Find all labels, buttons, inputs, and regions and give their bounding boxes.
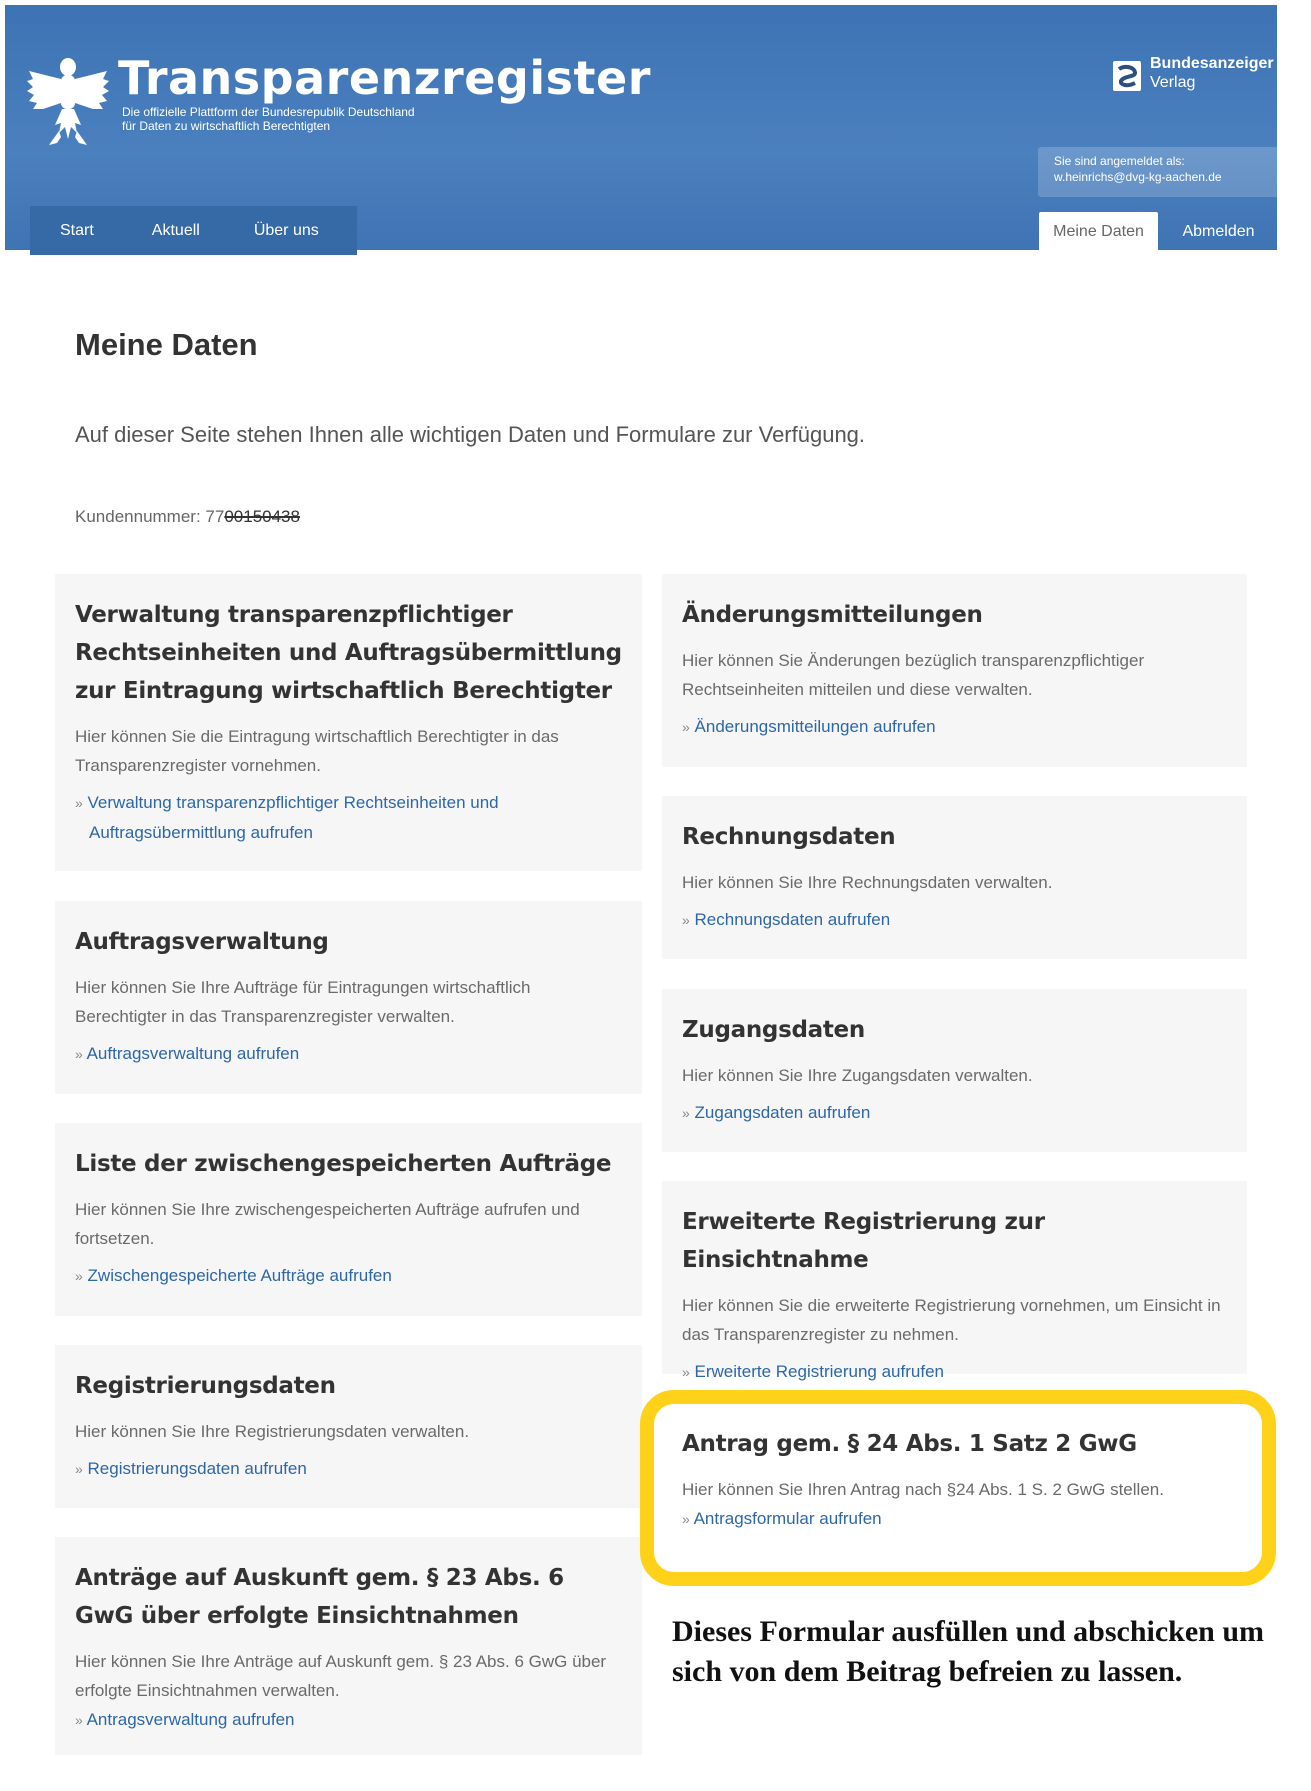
link-arrow-icon: » — [75, 1268, 83, 1284]
card-title: Anträge auf Auskunft gem. § 23 Abs. 6 Gw… — [75, 1565, 564, 1629]
customer-number-struck: 00150438 — [224, 507, 300, 526]
customer-number-label: Kundennummer: 77 — [75, 507, 225, 526]
card-rechtseinheiten: Verwaltung transparenzpflichtiger Rechts… — [55, 574, 642, 871]
card-link[interactable]: » Änderungsmitteilungen aufrufen — [682, 712, 1227, 742]
card-title: Registrierungsdaten — [75, 1373, 336, 1399]
main-nav: Start Aktuell Über uns — [30, 206, 357, 255]
card-text: Hier können Sie Ihre Rechnungsdaten verw… — [682, 873, 1053, 892]
card-text: Hier können Sie Änderungen bezüglich tra… — [682, 651, 1145, 699]
card-link[interactable]: » Antragsverwaltung aufrufen — [75, 1705, 622, 1735]
card-title: Auftragsverwaltung — [75, 929, 329, 955]
annotation-note: Dieses Formular ausfüllen und abschicken… — [672, 1615, 1265, 1688]
card-title: Erweiterte Registrierung zur Einsichtnah… — [682, 1209, 1045, 1273]
my-data-button[interactable]: Meine Daten — [1039, 212, 1158, 252]
card-text: Hier können Sie Ihre Registrierungsdaten… — [75, 1422, 470, 1441]
card-auskunft-antraege: Anträge auf Auskunft gem. § 23 Abs. 6 Gw… — [55, 1537, 642, 1755]
card-title: Verwaltung transparenzpflichtiger Rechts… — [75, 602, 622, 704]
logout-button[interactable]: Abmelden — [1158, 212, 1279, 252]
link-arrow-icon: » — [682, 1364, 690, 1380]
highlight-marker — [640, 1390, 1276, 1586]
bundesanzeiger-logo-icon — [1113, 61, 1141, 91]
card-zugangsdaten: Zugangsdaten Hier können Sie Ihre Zugang… — [662, 989, 1247, 1152]
link-arrow-icon: » — [75, 1712, 83, 1728]
card-link[interactable]: » Verwaltung transparenzpflichtiger Rech… — [75, 788, 622, 847]
link-arrow-icon: » — [682, 912, 690, 928]
login-user: w.heinrichs@dvg-kg-aachen.de — [1054, 170, 1222, 184]
card-title: Änderungsmitteilungen — [682, 602, 983, 628]
customer-number: Kundennummer: 7700150438 — [75, 507, 300, 527]
card-link[interactable]: » Auftragsverwaltung aufrufen — [75, 1039, 622, 1069]
link-arrow-icon: » — [682, 1105, 690, 1121]
site-subtitle-line2: für Daten zu wirtschaftlich Berechtigten — [122, 119, 331, 133]
card-erweiterte-registrierung: Erweiterte Registrierung zur Einsichtnah… — [662, 1181, 1247, 1381]
page-intro: Auf dieser Seite stehen Ihnen alle wicht… — [75, 422, 866, 447]
card-text: Hier können Sie Ihre Zugangsdaten verwal… — [682, 1066, 1033, 1085]
publisher-logo[interactable]: Bundesanzeiger Verlag — [1113, 53, 1283, 97]
card-link[interactable]: » Rechnungsdaten aufrufen — [682, 905, 1227, 935]
publisher-name: Bundesanzeiger — [1150, 55, 1274, 72]
card-link[interactable]: » Erweiterte Registrierung aufrufen — [682, 1357, 1227, 1387]
card-text: Hier können Sie Ihre Aufträge für Eintra… — [75, 978, 531, 1026]
site-subtitle-line1: Die offizielle Plattform der Bundesrepub… — [122, 105, 415, 119]
nav-item-aktuell[interactable]: Aktuell — [122, 206, 224, 255]
card-link[interactable]: » Zugangsdaten aufrufen — [682, 1098, 1227, 1128]
card-rechnungsdaten: Rechnungsdaten Hier können Sie Ihre Rech… — [662, 796, 1247, 959]
link-arrow-icon: » — [75, 1046, 83, 1062]
card-registrierungsdaten: Registrierungsdaten Hier können Sie Ihre… — [55, 1345, 642, 1508]
nav-item-start[interactable]: Start — [30, 206, 122, 255]
card-title: Rechnungsdaten — [682, 824, 896, 850]
card-link[interactable]: » Registrierungsdaten aufrufen — [75, 1454, 622, 1484]
login-label: Sie sind angemeldet als: — [1054, 154, 1185, 168]
card-text: Hier können Sie die erweiterte Registrie… — [682, 1296, 1221, 1344]
card-auftragsverwaltung: Auftragsverwaltung Hier können Sie Ihre … — [55, 901, 642, 1094]
login-status: Sie sind angemeldet als: w.heinrichs@dvg… — [1038, 147, 1279, 197]
publisher-sub: Verlag — [1150, 74, 1196, 91]
site-subtitle: Die offizielle Plattform der Bundesrepub… — [122, 105, 502, 133]
card-link[interactable]: » Zwischengespeicherte Aufträge aufrufen — [75, 1261, 622, 1291]
card-title: Zugangsdaten — [682, 1017, 865, 1043]
page-title: Meine Daten — [75, 327, 258, 362]
card-text: Hier können Sie die Eintragung wirtschaf… — [75, 727, 559, 775]
nav-item-ueber-uns[interactable]: Über uns — [224, 206, 343, 255]
card-aenderungsmitteilungen: Änderungsmitteilungen Hier können Sie Än… — [662, 574, 1247, 767]
site-title[interactable]: Transparenzregister — [118, 51, 651, 105]
link-arrow-icon: » — [682, 719, 690, 735]
card-text: Hier können Sie Ihre zwischengespeichert… — [75, 1200, 580, 1248]
link-arrow-icon: » — [75, 1461, 83, 1477]
card-text: Hier können Sie Ihre Anträge auf Auskunf… — [75, 1652, 607, 1700]
card-zwischengespeicherte-auftraege: Liste der zwischengespeicherten Aufträge… — [55, 1123, 642, 1316]
card-title: Liste der zwischengespeicherten Aufträge — [75, 1151, 612, 1177]
site-header: Transparenzregister Die offizielle Platt… — [5, 5, 1279, 255]
link-arrow-icon: » — [75, 795, 83, 811]
federal-eagle-logo — [27, 58, 109, 145]
